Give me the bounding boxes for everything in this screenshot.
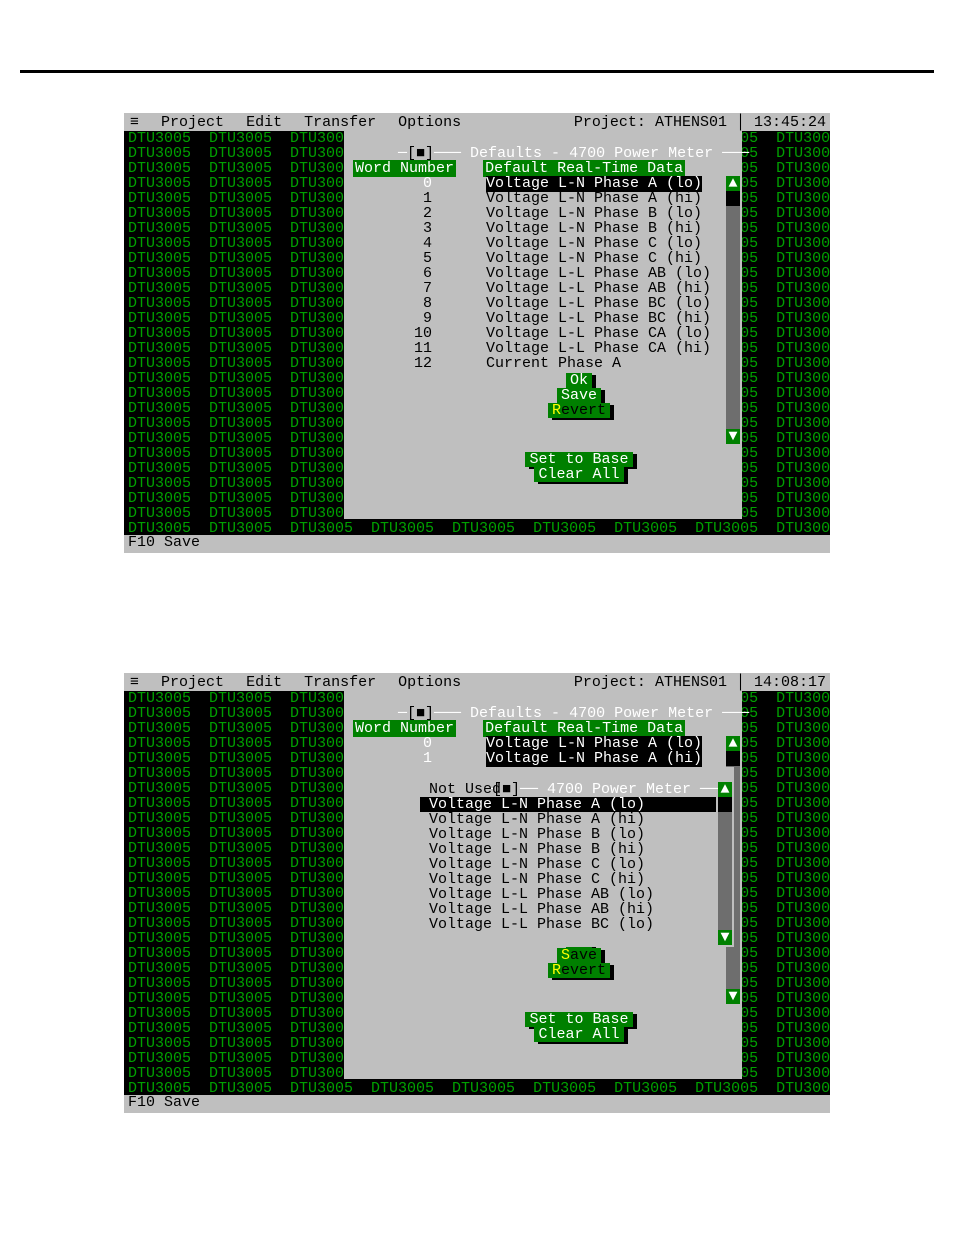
dialog-buttons: Ok Save Revert Set to Base Clear All bbox=[344, 356, 742, 499]
list-item[interactable]: 2 Voltage L-N Phase B (lo) bbox=[344, 206, 724, 221]
screenshot-defaults-picker: ≡ Project Edit Transfer Options Project:… bbox=[124, 673, 830, 1113]
list-item[interactable]: 8 Voltage L-L Phase BC (lo) bbox=[344, 296, 724, 311]
status-bar: F10 Save bbox=[124, 535, 830, 553]
menu-project[interactable]: Project bbox=[159, 675, 226, 689]
scroll-up-icon[interactable]: ▲ bbox=[726, 176, 740, 191]
list-item[interactable]: Voltage L-L Phase AB (lo) bbox=[420, 887, 716, 902]
scroll-up-icon[interactable]: ▲ bbox=[726, 736, 740, 751]
menu-project[interactable]: Project bbox=[159, 115, 226, 129]
status-bar: F10 Save bbox=[124, 1095, 830, 1113]
list-item[interactable]: 1 Voltage L-N Phase A (hi) bbox=[344, 751, 724, 766]
project-label: Project: bbox=[574, 675, 646, 689]
set-to-base-button[interactable]: Set to Base bbox=[525, 452, 632, 467]
list-item[interactable]: Voltage L-N Phase C (hi) bbox=[420, 872, 716, 887]
menu-edit[interactable]: Edit bbox=[244, 115, 284, 129]
project-name: ATHENS01 bbox=[655, 115, 727, 129]
list-item[interactable]: Voltage L-L Phase AB (hi) bbox=[420, 902, 716, 917]
clear-all-button[interactable]: Clear All bbox=[534, 1027, 623, 1042]
menu-transfer[interactable]: Transfer bbox=[302, 675, 378, 689]
list-item[interactable]: 0 Voltage L-N Phase A (lo) bbox=[344, 176, 724, 191]
list-item[interactable]: Voltage L-N Phase A (hi) bbox=[420, 812, 716, 827]
list-item[interactable]: 3 Voltage L-N Phase B (hi) bbox=[344, 221, 724, 236]
set-to-base-button[interactable]: Set to Base bbox=[525, 1012, 632, 1027]
system-menu[interactable]: ≡ bbox=[128, 115, 141, 129]
list-item[interactable]: Voltage L-L Phase BC (lo) bbox=[420, 917, 716, 932]
revert-button[interactable]: Revert bbox=[548, 963, 610, 978]
system-menu[interactable]: ≡ bbox=[128, 675, 141, 689]
col-default-data: Default Real-Time Data bbox=[483, 160, 685, 177]
clock: 13:45:24 bbox=[754, 115, 826, 129]
scroll-up-icon[interactable]: ▲ bbox=[718, 782, 732, 797]
list-item[interactable]: 7 Voltage L-L Phase AB (hi) bbox=[344, 281, 724, 296]
scroll-down-icon[interactable]: ▼ bbox=[718, 930, 732, 945]
list-item[interactable]: 10 Voltage L-L Phase CA (lo) bbox=[344, 326, 724, 341]
save-button[interactable]: Save bbox=[557, 948, 601, 963]
list-item[interactable]: 5 Voltage L-N Phase C (hi) bbox=[344, 251, 724, 266]
list-item[interactable]: Voltage L-N Phase A (lo) bbox=[420, 797, 716, 812]
menu-options[interactable]: Options bbox=[396, 115, 463, 129]
defaults-dialog: ─[■]─── Defaults - 4700 Power Meter ─── … bbox=[344, 131, 742, 519]
scroll-thumb[interactable] bbox=[726, 751, 740, 766]
menubar: ≡ Project Edit Transfer Options Project:… bbox=[124, 673, 830, 691]
clock: 14:08:17 bbox=[754, 675, 826, 689]
list-item[interactable]: 0 Voltage L-N Phase A (lo) bbox=[344, 736, 724, 751]
project-name: ATHENS01 bbox=[655, 675, 727, 689]
list-item[interactable]: 1 Voltage L-N Phase A (hi) bbox=[344, 191, 724, 206]
menubar: ≡ Project Edit Transfer Options Project:… bbox=[124, 113, 830, 131]
ok-button[interactable]: Ok bbox=[566, 373, 592, 388]
screenshot-defaults-list: ≡ Project Edit Transfer Options Project:… bbox=[124, 113, 830, 553]
col-default-data: Default Real-Time Data bbox=[483, 720, 685, 737]
save-button[interactable]: Save bbox=[557, 388, 601, 403]
scroll-thumb[interactable] bbox=[726, 191, 740, 206]
picker-list[interactable]: Not Used Voltage L-N Phase A (lo) Voltag… bbox=[420, 782, 716, 945]
scrollbar[interactable]: ▲ ▼ bbox=[718, 782, 732, 945]
menu-edit[interactable]: Edit bbox=[244, 675, 284, 689]
menu-transfer[interactable]: Transfer bbox=[302, 115, 378, 129]
revert-button[interactable]: Revert bbox=[548, 403, 610, 418]
clear-all-button[interactable]: Clear All bbox=[534, 467, 623, 482]
list-item[interactable]: 6 Voltage L-L Phase AB (lo) bbox=[344, 266, 724, 281]
menu-options[interactable]: Options bbox=[396, 675, 463, 689]
list-item[interactable]: 11 Voltage L-L Phase CA (hi) bbox=[344, 341, 724, 356]
list-item[interactable]: Voltage L-N Phase B (hi) bbox=[420, 842, 716, 857]
project-label: Project: bbox=[574, 115, 646, 129]
col-word-number: Word Number bbox=[353, 720, 456, 737]
list-item[interactable]: Voltage L-N Phase B (lo) bbox=[420, 827, 716, 842]
scroll-thumb[interactable] bbox=[718, 797, 732, 812]
list-item[interactable]: Not Used bbox=[420, 782, 716, 797]
list-item[interactable]: 4 Voltage L-N Phase C (lo) bbox=[344, 236, 724, 251]
value-picker-popup: ─[■]── 4700 Power Meter ── Not Used Volt… bbox=[414, 767, 734, 947]
list-item[interactable]: Voltage L-N Phase C (lo) bbox=[420, 857, 716, 872]
list-item[interactable]: 9 Voltage L-L Phase BC (hi) bbox=[344, 311, 724, 326]
col-word-number: Word Number bbox=[353, 160, 456, 177]
